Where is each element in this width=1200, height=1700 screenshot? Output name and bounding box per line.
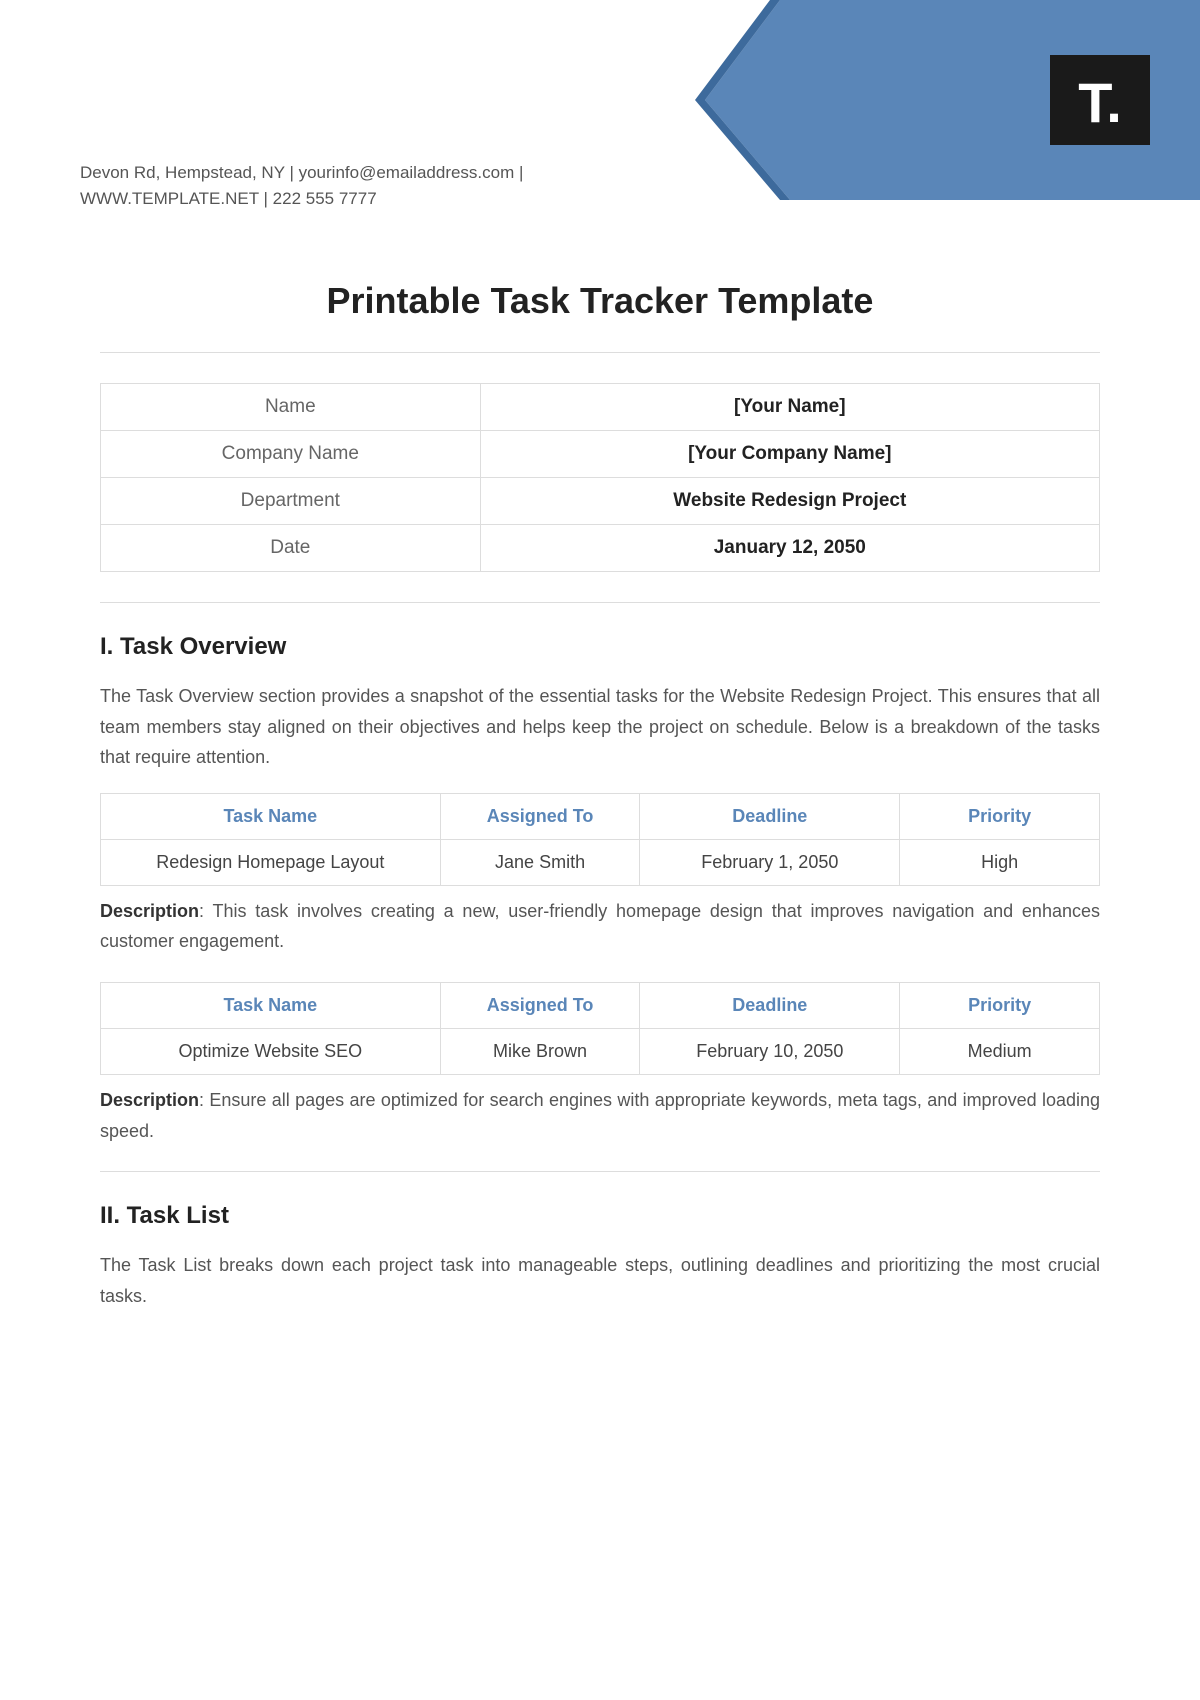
task-priority: Medium: [900, 1028, 1100, 1074]
task-name: Redesign Homepage Layout: [101, 839, 441, 885]
task-deadline: February 1, 2050: [640, 839, 900, 885]
divider: [100, 352, 1100, 353]
col-priority: Priority: [900, 982, 1100, 1028]
divider: [100, 602, 1100, 603]
task-assigned: Mike Brown: [440, 1028, 640, 1074]
task-description: Description: Ensure all pages are optimi…: [100, 1085, 1100, 1146]
info-value: Website Redesign Project: [480, 478, 1099, 525]
task-header-row: Task Name Assigned To Deadline Priority: [101, 793, 1100, 839]
task-assigned: Jane Smith: [440, 839, 640, 885]
description-label: Description: [100, 1090, 199, 1110]
col-assigned-to: Assigned To: [440, 982, 640, 1028]
task-row: Redesign Homepage Layout Jane Smith Febr…: [101, 839, 1100, 885]
section-heading-task-list: II. Task List: [100, 1202, 1100, 1230]
task-table: Task Name Assigned To Deadline Priority …: [100, 793, 1100, 886]
info-value: [Your Company Name]: [480, 431, 1099, 478]
svg-text:T.: T.: [1078, 71, 1122, 134]
col-priority: Priority: [900, 793, 1100, 839]
contact-line-1: Devon Rd, Hempstead, NY | yourinfo@email…: [80, 160, 523, 186]
info-row: Department Website Redesign Project: [101, 478, 1100, 525]
section-body-overview: The Task Overview section provides a sna…: [100, 681, 1100, 773]
task-header-row: Task Name Assigned To Deadline Priority: [101, 982, 1100, 1028]
section-body-task-list: The Task List breaks down each project t…: [100, 1250, 1100, 1311]
info-label: Date: [101, 525, 481, 572]
header-area: T. Devon Rd, Hempstead, NY | yourinfo@em…: [0, 0, 1200, 220]
contact-info: Devon Rd, Hempstead, NY | yourinfo@email…: [80, 160, 523, 211]
info-row: Name [Your Name]: [101, 384, 1100, 431]
task-description: Description: This task involves creating…: [100, 896, 1100, 957]
task-row: Optimize Website SEO Mike Brown February…: [101, 1028, 1100, 1074]
task-name: Optimize Website SEO: [101, 1028, 441, 1074]
info-row: Company Name [Your Company Name]: [101, 431, 1100, 478]
divider: [100, 1171, 1100, 1172]
document-content: Printable Task Tracker Template Name [Yo…: [0, 220, 1200, 1371]
task-deadline: February 10, 2050: [640, 1028, 900, 1074]
info-table: Name [Your Name] Company Name [Your Comp…: [100, 383, 1100, 572]
info-label: Department: [101, 478, 481, 525]
header-banner: T.: [660, 0, 1200, 210]
section-heading-overview: I. Task Overview: [100, 633, 1100, 661]
contact-line-2: WWW.TEMPLATE.NET | 222 555 7777: [80, 186, 523, 212]
info-row: Date January 12, 2050: [101, 525, 1100, 572]
description-label: Description: [100, 901, 199, 921]
task-priority: High: [900, 839, 1100, 885]
task-table: Task Name Assigned To Deadline Priority …: [100, 982, 1100, 1075]
col-deadline: Deadline: [640, 982, 900, 1028]
description-text: : Ensure all pages are optimized for sea…: [100, 1090, 1100, 1141]
description-text: : This task involves creating a new, use…: [100, 901, 1100, 952]
info-value: January 12, 2050: [480, 525, 1099, 572]
col-deadline: Deadline: [640, 793, 900, 839]
info-value: [Your Name]: [480, 384, 1099, 431]
col-task-name: Task Name: [101, 982, 441, 1028]
info-label: Name: [101, 384, 481, 431]
col-task-name: Task Name: [101, 793, 441, 839]
col-assigned-to: Assigned To: [440, 793, 640, 839]
page-title: Printable Task Tracker Template: [100, 280, 1100, 322]
info-label: Company Name: [101, 431, 481, 478]
